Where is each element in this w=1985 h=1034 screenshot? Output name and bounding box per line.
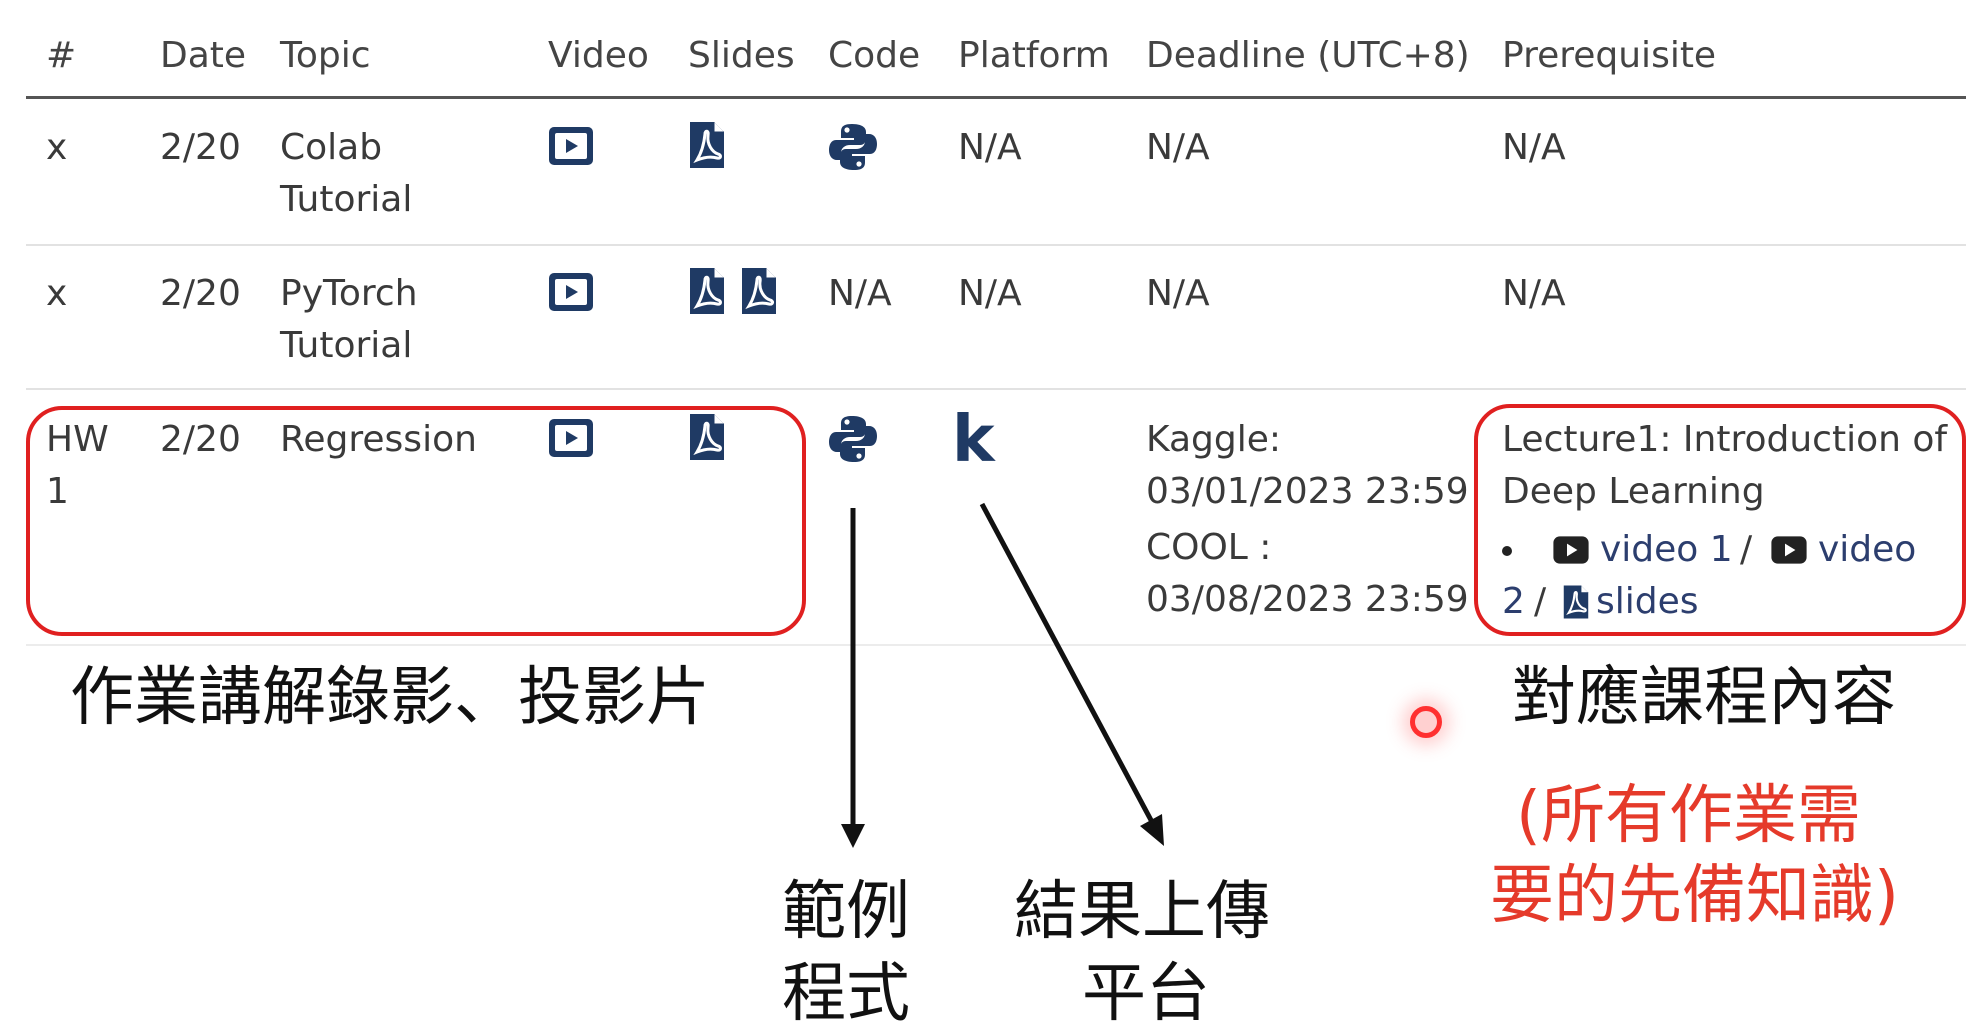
annotation-platform-line1: 結果上傳 xyxy=(1014,875,1270,949)
annotation-platform-line2: 平台 xyxy=(1082,957,1210,1031)
arrow-to-platform-icon xyxy=(979,502,1155,824)
annotation-code-line1: 範例 xyxy=(782,875,910,949)
annotation-prerequisite: 對應課程內容 xyxy=(1512,661,1896,735)
annotation-prereq-note-line1: (所有作業需 xyxy=(1516,779,1861,853)
laser-pointer-dot xyxy=(1410,706,1442,738)
annotation-code-line2: 程式 xyxy=(782,957,910,1031)
annotation-hw-materials: 作業講解錄影、投影片 xyxy=(70,661,710,735)
annotation-prereq-note-line2: 要的先備知識) xyxy=(1490,859,1899,933)
